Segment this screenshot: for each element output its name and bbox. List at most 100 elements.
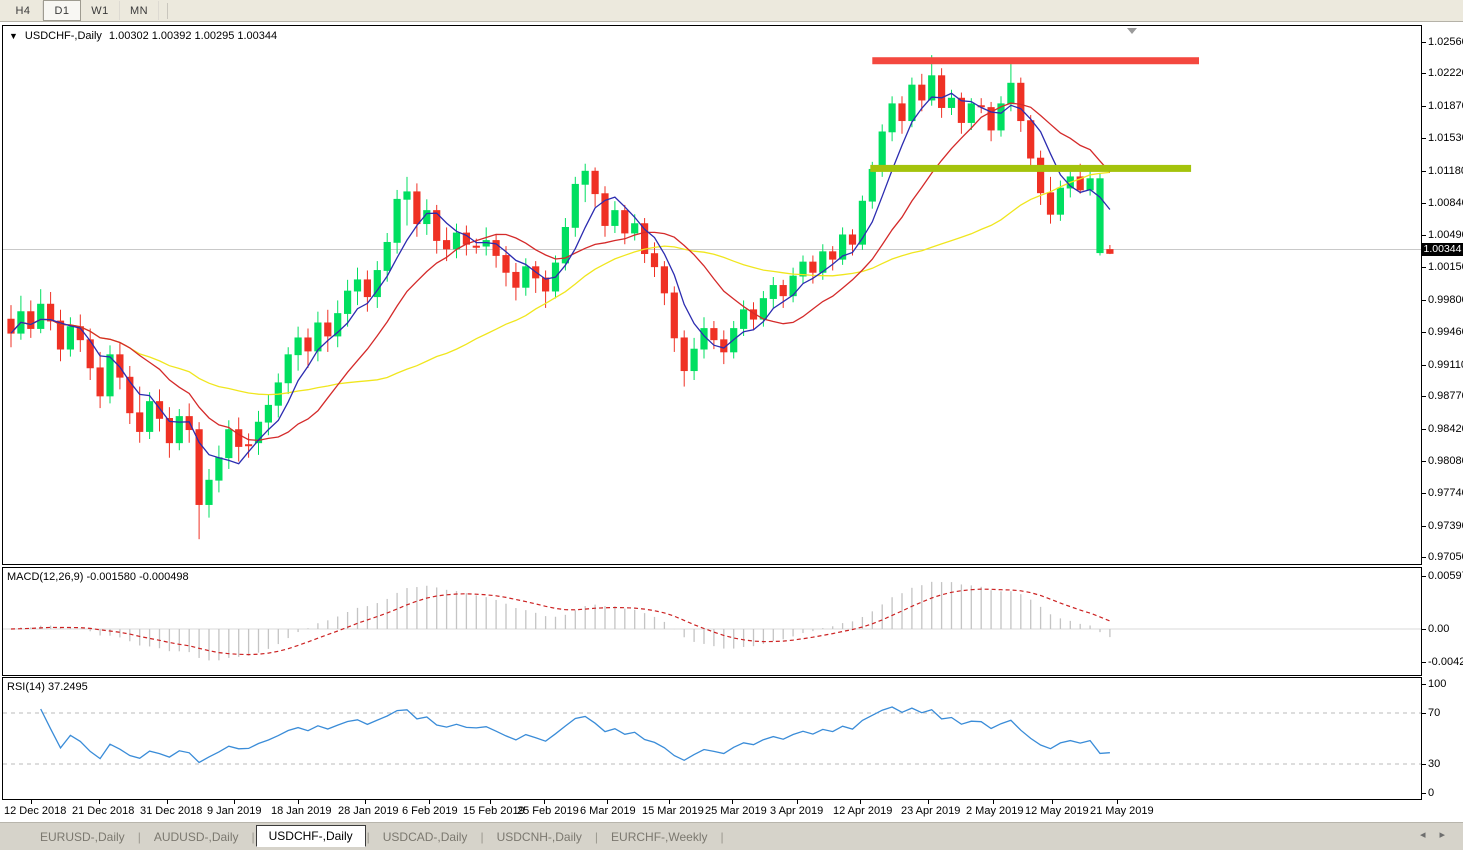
chart-shift-marker-icon — [1127, 28, 1137, 34]
price-axis-label: 1.02560 — [1428, 36, 1463, 48]
macd-canvas[interactable] — [3, 568, 1421, 675]
tab-usdcad-daily[interactable]: USDCAD-,Daily — [371, 827, 480, 847]
price-axis-label: 0.97050 — [1428, 551, 1463, 563]
date-tick — [544, 800, 545, 804]
date-axis-label: 12 Dec 2018 — [4, 805, 66, 817]
date-axis-label: 23 Apr 2019 — [901, 805, 960, 817]
price-axis-label-tick — [1422, 171, 1426, 172]
tab-usdcnh-daily[interactable]: USDCNH-,Daily — [485, 827, 594, 847]
price-axis-label-tick — [1422, 332, 1426, 333]
date-tick — [490, 800, 491, 804]
date-axis[interactable]: 12 Dec 201821 Dec 201831 Dec 20189 Jan 2… — [0, 800, 1422, 822]
rsi-axis-label-tick — [1422, 793, 1426, 794]
rsi-axis-label: 30 — [1428, 758, 1440, 770]
price-axis-label: 1.01530 — [1428, 132, 1463, 144]
price-axis[interactable]: 1.00344 1.025601.022201.018701.015301.01… — [1422, 0, 1463, 850]
price-axis-label-tick — [1422, 557, 1426, 558]
date-axis-label: 12 May 2019 — [1025, 805, 1089, 817]
current-price-badge: 1.00344 — [1422, 243, 1463, 256]
price-axis-label-tick — [1422, 461, 1426, 462]
rsi-axis-label: 100 — [1428, 678, 1446, 690]
date-axis-label: 28 Jan 2019 — [338, 805, 399, 817]
chart-ohlc-values: 1.00302 1.00392 1.00295 1.00344 — [109, 30, 277, 42]
price-axis-label-tick — [1422, 396, 1426, 397]
date-tick — [993, 800, 994, 804]
price-axis-label-tick — [1422, 203, 1426, 204]
rsi-canvas[interactable] — [3, 678, 1421, 799]
date-tick — [1052, 800, 1053, 804]
macd-axis-label: -0.004243 — [1428, 656, 1463, 668]
tab-usdchf-daily[interactable]: USDCHF-,Daily — [256, 825, 366, 847]
chart-tab-bar: EURUSD-,Daily|AUDUSD-,Daily|USDCHF-,Dail… — [0, 822, 1463, 850]
timeframe-button-mn[interactable]: MN — [120, 1, 159, 20]
timeframe-button-d1[interactable]: D1 — [43, 0, 81, 21]
macd-label: MACD(12,26,9) -0.001580 -0.000498 — [7, 571, 189, 583]
rsi-panel: RSI(14) 37.2495 — [2, 677, 1422, 800]
date-axis-label: 6 Feb 2019 — [402, 805, 458, 817]
price-axis-label: 1.00490 — [1428, 229, 1463, 241]
date-axis-label: 18 Jan 2019 — [271, 805, 332, 817]
date-axis-label: 21 Dec 2018 — [72, 805, 134, 817]
candles — [8, 55, 1113, 539]
date-tick — [928, 800, 929, 804]
price-axis-label-tick — [1422, 106, 1426, 107]
price-axis-label: 0.98770 — [1428, 390, 1463, 402]
tab-scroll-right-button[interactable]: ▸ — [1439, 828, 1445, 842]
rsi-axis-label: 0 — [1428, 787, 1434, 799]
price-axis-label-tick — [1422, 42, 1426, 43]
price-axis-label: 1.01180 — [1428, 165, 1463, 177]
macd-axis-label-tick — [1422, 576, 1426, 577]
date-tick — [669, 800, 670, 804]
date-axis-label: 12 Apr 2019 — [833, 805, 892, 817]
tab-scroll-arrows: ◂ ▸ — [1420, 828, 1445, 842]
date-tick — [732, 800, 733, 804]
timeframe-button-h4[interactable]: H4 — [4, 1, 43, 20]
tab-audusd-daily[interactable]: AUDUSD-,Daily — [142, 827, 251, 847]
price-axis-label: 0.99110 — [1428, 359, 1463, 371]
chart-title: ▼ USDCHF-,Daily 1.00302 1.00392 1.00295 … — [9, 30, 277, 42]
date-tick — [99, 800, 100, 804]
price-axis-label: 0.97740 — [1428, 487, 1463, 499]
date-axis-label: 31 Dec 2018 — [140, 805, 202, 817]
price-axis-label: 1.01870 — [1428, 100, 1463, 112]
timeframe-button-w1[interactable]: W1 — [81, 1, 120, 20]
ma-fast-line — [11, 93, 1110, 463]
ma-slow-line — [11, 172, 1110, 394]
price-axis-label: 0.98080 — [1428, 455, 1463, 467]
date-tick — [1117, 800, 1118, 804]
tab-scroll-left-button[interactable]: ◂ — [1420, 828, 1426, 842]
support-line[interactable] — [870, 165, 1191, 172]
price-axis-label: 1.00840 — [1428, 197, 1463, 209]
price-axis-label-tick — [1422, 429, 1426, 430]
price-axis-label-tick — [1422, 235, 1426, 236]
macd-axis-label: 0.00597 — [1428, 570, 1463, 582]
rsi-line — [41, 707, 1110, 763]
date-tick — [298, 800, 299, 804]
date-axis-label: 3 Apr 2019 — [770, 805, 823, 817]
macd-panel: MACD(12,26,9) -0.001580 -0.000498 — [2, 567, 1422, 676]
rsi-axis-label-tick — [1422, 713, 1426, 714]
chart-dropdown-icon[interactable]: ▼ — [9, 31, 18, 41]
price-axis-label-tick — [1422, 300, 1426, 301]
date-tick — [167, 800, 168, 804]
date-axis-label: 2 May 2019 — [966, 805, 1023, 817]
date-tick — [365, 800, 366, 804]
date-tick — [860, 800, 861, 804]
price-chart-canvas[interactable] — [3, 26, 1421, 564]
timeframe-toolbar: H4D1W1MN — [0, 0, 1463, 22]
price-axis-label-tick — [1422, 365, 1426, 366]
resistance-line[interactable] — [872, 57, 1199, 64]
date-tick — [797, 800, 798, 804]
price-axis-label: 1.00150 — [1428, 261, 1463, 273]
macd-axis-label: 0.00 — [1428, 623, 1449, 635]
date-axis-label: 25 Feb 2019 — [517, 805, 579, 817]
price-chart-panel: ▼ USDCHF-,Daily 1.00302 1.00392 1.00295 … — [2, 25, 1422, 565]
rsi-axis-label: 70 — [1428, 707, 1440, 719]
price-axis-label-tick — [1422, 138, 1426, 139]
tab-eurusd-daily[interactable]: EURUSD-,Daily — [28, 827, 137, 847]
price-axis-label-tick — [1422, 493, 1426, 494]
toolbar-separator — [167, 3, 168, 19]
price-axis-label-tick — [1422, 267, 1426, 268]
tab-eurchf-weekly[interactable]: EURCHF-,Weekly — [599, 827, 719, 847]
macd-signal-line — [11, 589, 1110, 655]
